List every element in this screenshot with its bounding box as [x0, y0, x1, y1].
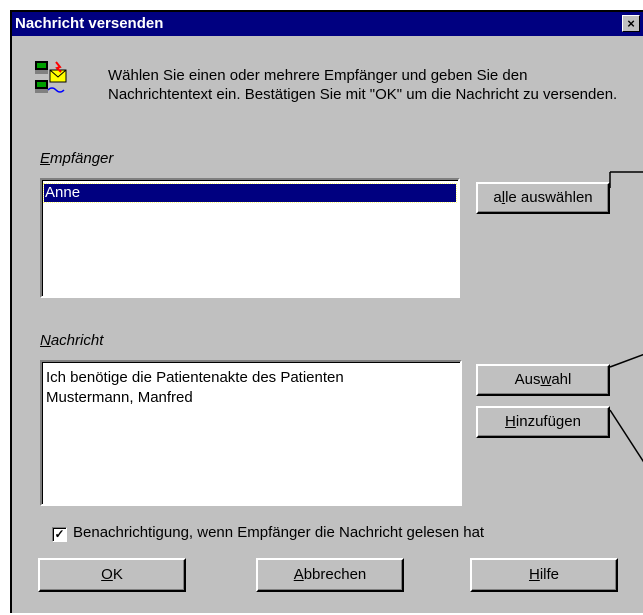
recipients-list[interactable]: Anne	[40, 178, 460, 298]
add-label-post: inzufügen	[515, 413, 581, 430]
select-button[interactable]: Auswahl	[476, 364, 610, 396]
message-text-line-1: Ich benötige die Patientenakte des Patie…	[46, 369, 344, 386]
read-receipt-option[interactable]: ✓ Benachrichtigung, wenn Empfänger die Na…	[52, 524, 484, 542]
ok-label-post: K	[112, 566, 123, 583]
select-label-accel: w	[540, 371, 552, 388]
read-receipt-checkbox[interactable]: ✓	[52, 527, 67, 542]
callout-line-select	[609, 353, 643, 368]
callout-line-add	[609, 409, 643, 463]
list-item[interactable]: Anne	[43, 183, 457, 203]
window-title: Nachricht versenden	[15, 15, 164, 32]
help-label-accel: H	[528, 566, 540, 583]
checkmark-icon: ✓	[54, 527, 65, 541]
message-label-rest: achricht	[50, 332, 104, 349]
message-label: Nachricht	[40, 332, 103, 349]
cancel-label-post: bbrechen	[303, 566, 367, 583]
message-label-accel: N	[40, 332, 51, 349]
select-all-label-pre: a	[493, 189, 502, 206]
close-icon: ×	[627, 16, 635, 31]
recipients-label: Empfänger	[40, 150, 113, 167]
close-button[interactable]: ×	[622, 15, 640, 32]
add-label-accel: H	[505, 413, 516, 430]
select-all-button[interactable]: alle auswählen	[476, 182, 610, 214]
message-dialog: Nachricht versenden × Wählen Sie einen o…	[10, 10, 643, 613]
message-textarea[interactable]: Ich benötige die Patientenakte des Patie…	[40, 360, 462, 506]
ok-button[interactable]: OK	[38, 558, 186, 592]
cancel-button[interactable]: Abbrechen	[256, 558, 404, 592]
message-text-line-2: Mustermann, Manfred	[46, 389, 193, 406]
select-label-pre: Aus	[514, 371, 541, 388]
cancel-label-accel: A	[293, 566, 304, 583]
ok-label-accel: O	[101, 566, 113, 583]
add-button[interactable]: Hinzufügen	[476, 406, 610, 438]
help-label-post: ilfe	[539, 566, 560, 583]
title-bar[interactable]: Nachricht versenden ×	[12, 12, 643, 36]
read-receipt-label: Benachrichtigung, wenn Empfänger die Nac…	[73, 524, 485, 541]
select-all-label-post: le auswählen	[505, 189, 593, 206]
recipients-label-accel: E	[40, 150, 51, 167]
message-computers-icon	[35, 61, 67, 93]
help-button[interactable]: Hilfe	[470, 558, 618, 592]
select-label-post: ahl	[551, 371, 572, 388]
recipients-label-rest: mpfänger	[50, 150, 114, 167]
intro-text: Wählen Sie einen oder mehrere Empfänger …	[108, 67, 618, 103]
